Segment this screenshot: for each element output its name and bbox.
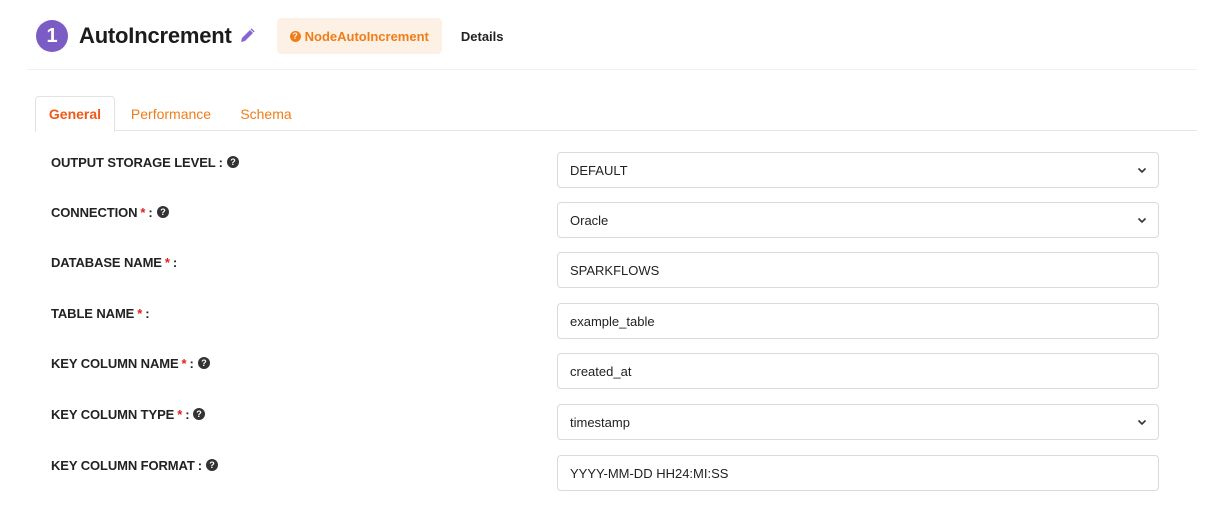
connection-select[interactable]: Oracle — [557, 202, 1159, 238]
label-colon: : — [189, 355, 194, 371]
node-header: 1 AutoIncrement ? NodeAutoIncrement Deta… — [36, 17, 504, 55]
input-value: created_at — [570, 363, 632, 379]
key-column-name-input[interactable]: created_at — [557, 353, 1159, 389]
node-type-badge[interactable]: ? NodeAutoIncrement — [276, 18, 442, 54]
input-value: SPARKFLOWS — [570, 262, 660, 278]
database-name-input[interactable]: SPARKFLOWS — [557, 252, 1159, 288]
question-circle-icon[interactable]: ? — [156, 206, 169, 218]
field-label-text: KEY COLUMN TYPE — [51, 406, 175, 422]
connection-label: CONNECTION * : ? — [51, 194, 169, 230]
required-mark: * — [177, 406, 183, 422]
form-row-key-column-format: KEY COLUMN FORMAT : ? YYYY-MM-DD HH24:MI… — [0, 455, 1208, 491]
chevron-down-icon — [1137, 167, 1147, 174]
svg-text:?: ? — [197, 409, 202, 419]
required-mark: * — [181, 355, 187, 371]
chevron-down-icon — [1137, 217, 1147, 224]
key-column-format-input[interactable]: YYYY-MM-DD HH24:MI:SS — [557, 455, 1159, 491]
field-label-text: KEY COLUMN NAME — [51, 355, 179, 371]
key-column-name-label: KEY COLUMN NAME * : ? — [51, 345, 210, 381]
required-mark: * — [140, 204, 146, 220]
form-row-connection: CONNECTION * : ? Oracle — [0, 202, 1208, 238]
node-title: AutoIncrement — [79, 23, 232, 48]
field-label-text: CONNECTION — [51, 204, 138, 220]
input-value: example_table — [570, 313, 655, 329]
key-column-format-label: KEY COLUMN FORMAT : ? — [51, 447, 218, 483]
pencil-icon[interactable] — [237, 26, 257, 46]
label-colon: : — [172, 254, 178, 270]
form-row-key-column-type: KEY COLUMN TYPE * : ? timestamp — [0, 404, 1208, 440]
form-row-database-name: DATABASE NAME * : SPARKFLOWS — [0, 252, 1208, 288]
label-colon: : — [148, 204, 153, 220]
output-storage-level-label: OUTPUT STORAGE LEVEL : ? — [51, 144, 239, 180]
output-storage-level-select[interactable]: DEFAULT — [557, 152, 1159, 188]
form-row-key-column-name: KEY COLUMN NAME * : ? created_at — [0, 353, 1208, 389]
form-row-output-storage-level: OUTPUT STORAGE LEVEL : ? DEFAULT — [0, 152, 1208, 188]
input-value: YYYY-MM-DD HH24:MI:SS — [570, 465, 729, 481]
database-name-label: DATABASE NAME * : — [51, 244, 177, 280]
header-divider — [27, 69, 1197, 70]
field-label-text: KEY COLUMN FORMAT — [51, 457, 195, 473]
table-name-input[interactable]: example_table — [557, 303, 1159, 339]
field-label-text: OUTPUT STORAGE LEVEL — [51, 154, 216, 170]
question-circle-icon[interactable]: ? — [226, 156, 239, 168]
select-value: timestamp — [570, 414, 630, 430]
label-colon: : — [218, 154, 223, 170]
required-mark: * — [164, 254, 170, 270]
chevron-down-icon — [1137, 419, 1147, 426]
table-name-label: TABLE NAME * : — [51, 295, 150, 331]
question-circle-icon: ? — [289, 30, 301, 42]
svg-text:?: ? — [201, 358, 206, 368]
step-number-badge: 1 — [36, 20, 68, 52]
field-label-text: DATABASE NAME — [51, 254, 162, 270]
select-value: DEFAULT — [570, 162, 628, 178]
tab-bar: General Performance Schema — [35, 96, 1197, 132]
details-link[interactable]: Details — [461, 29, 504, 44]
field-label-text: TABLE NAME — [51, 305, 135, 321]
label-colon: : — [197, 457, 202, 473]
form-row-table-name: TABLE NAME * : example_table — [0, 303, 1208, 339]
label-colon: : — [185, 406, 190, 422]
key-column-type-label: KEY COLUMN TYPE * : ? — [51, 396, 206, 432]
required-mark: * — [137, 305, 143, 321]
label-colon: : — [145, 305, 150, 321]
tab-performance[interactable]: Performance — [129, 96, 213, 131]
question-circle-icon[interactable]: ? — [193, 408, 206, 420]
svg-text:?: ? — [209, 460, 214, 470]
tab-schema[interactable]: Schema — [240, 96, 292, 131]
key-column-type-select[interactable]: timestamp — [557, 404, 1159, 440]
tab-general[interactable]: General — [35, 96, 115, 132]
svg-text:?: ? — [230, 157, 235, 167]
select-value: Oracle — [570, 212, 609, 228]
question-circle-icon[interactable]: ? — [197, 357, 210, 369]
svg-text:?: ? — [160, 207, 165, 217]
question-circle-icon[interactable]: ? — [205, 459, 218, 471]
node-type-label: NodeAutoIncrement — [304, 28, 429, 44]
